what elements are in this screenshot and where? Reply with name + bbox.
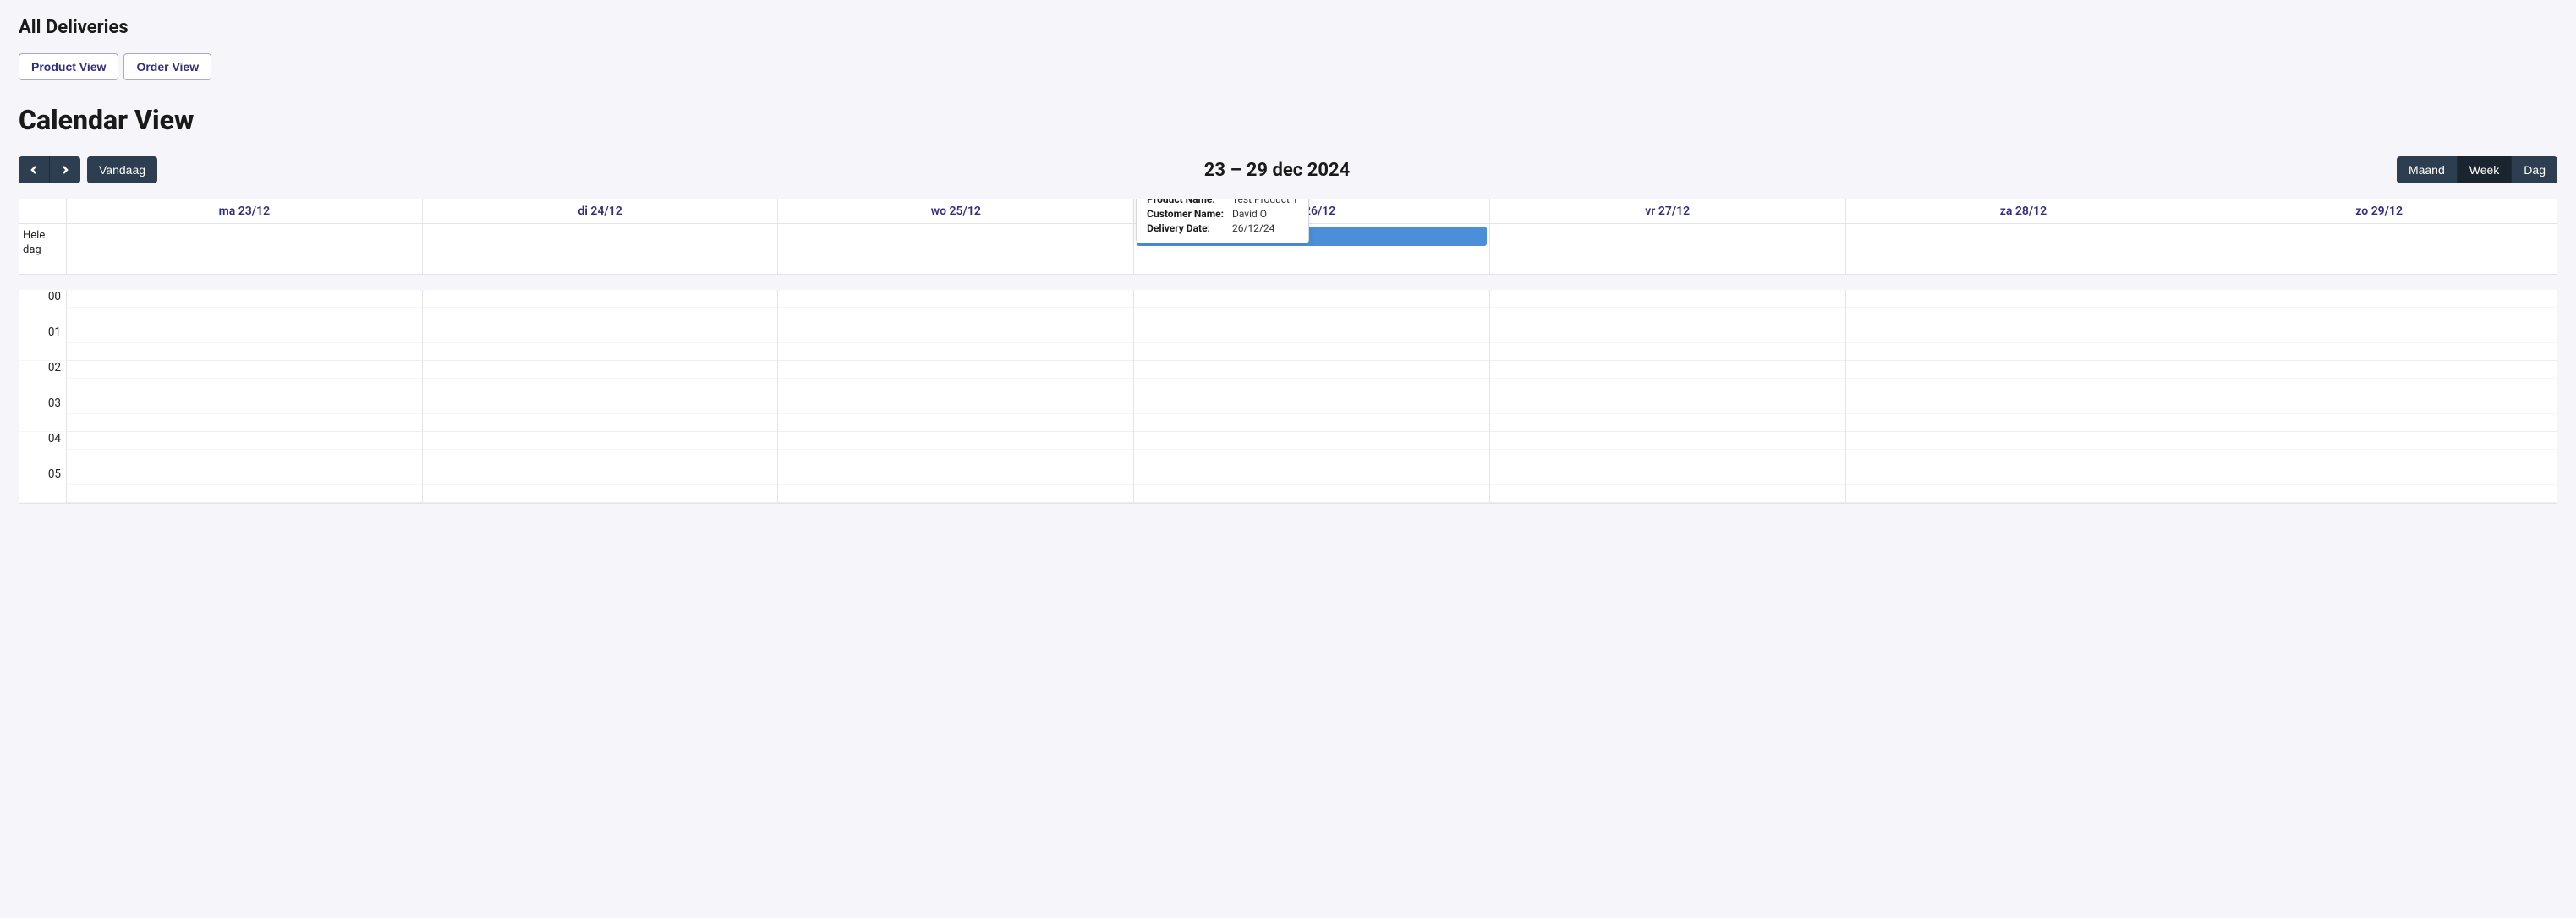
header-gutter (19, 199, 67, 223)
all-day-cell[interactable] (67, 224, 423, 274)
toolbar-left: Vandaag (19, 156, 157, 183)
all-day-cell[interactable]: ✕ Order: #253 Product Name: Test Product… (1134, 224, 1490, 274)
time-column[interactable] (423, 290, 779, 503)
next-button[interactable] (49, 156, 80, 183)
nav-button-group (19, 156, 80, 183)
all-day-cell[interactable] (1846, 224, 2202, 274)
prev-button[interactable] (19, 156, 49, 183)
section-title: Calendar View (19, 104, 2557, 136)
time-grid: 00 01 02 03 04 05 (19, 290, 2557, 503)
hour-label: 00 (19, 290, 66, 325)
day-view-button[interactable]: Dag (2511, 156, 2557, 183)
day-header[interactable]: wo 25/12 (778, 199, 1134, 223)
hour-label: 03 (19, 396, 66, 432)
day-headers: ma 23/12 di 24/12 wo 25/12 do 26/12 vr 2… (67, 199, 2557, 223)
popover-customer-label: Customer Name: (1147, 207, 1230, 220)
day-header[interactable]: za 28/12 (1846, 199, 2202, 223)
week-view-button[interactable]: Week (2457, 156, 2512, 183)
date-range-title: 23 – 29 dec 2024 (1204, 160, 1350, 181)
time-column[interactable] (67, 290, 423, 503)
day-header[interactable]: vr 27/12 (1490, 199, 1846, 223)
time-columns (67, 290, 2557, 503)
popover-delivery-label: Delivery Date: (1147, 221, 1230, 234)
month-view-button[interactable]: Maand (2397, 156, 2457, 183)
event-popover: ✕ Order: #253 Product Name: Test Product… (1136, 199, 1309, 243)
day-header[interactable]: ma 23/12 (67, 199, 423, 223)
view-switch-group: Product View Order View (19, 53, 2557, 80)
popover-product-value: Test Product 1 (1232, 199, 1298, 205)
order-view-button[interactable]: Order View (123, 53, 211, 80)
chevron-left-icon (29, 165, 39, 175)
time-column[interactable] (2201, 290, 2557, 503)
hour-label: 05 (19, 467, 66, 503)
time-column[interactable] (1846, 290, 2202, 503)
time-column[interactable] (1134, 290, 1490, 503)
hour-label: 01 (19, 325, 66, 361)
time-column[interactable] (778, 290, 1134, 503)
day-header[interactable]: di 24/12 (423, 199, 779, 223)
calendar: ma 23/12 di 24/12 wo 25/12 do 26/12 vr 2… (19, 199, 2557, 504)
day-header[interactable]: zo 29/12 (2201, 199, 2557, 223)
popover-delivery-value: 26/12/24 (1232, 221, 1298, 234)
time-gutter: 00 01 02 03 04 05 (19, 290, 67, 503)
today-button[interactable]: Vandaag (87, 156, 157, 183)
popover-product-label: Product Name: (1147, 199, 1230, 205)
all-day-row: Hele dag ✕ Order: #253 Product Name: Tes… (19, 224, 2557, 275)
popover-customer-value: David O (1232, 207, 1298, 220)
popover-table: Order: #253 Product Name: Test Product 1… (1145, 199, 1300, 236)
all-day-cell[interactable] (2201, 224, 2557, 274)
all-day-cell[interactable] (778, 224, 1134, 274)
all-day-label: Hele dag (19, 224, 67, 274)
all-day-cell[interactable] (423, 224, 779, 274)
calendar-toolbar: Vandaag 23 – 29 dec 2024 Maand Week Dag (19, 156, 2557, 183)
calendar-divider (19, 275, 2557, 290)
product-view-button[interactable]: Product View (19, 53, 118, 80)
view-mode-group: Maand Week Dag (2397, 156, 2557, 183)
all-day-cells: ✕ Order: #253 Product Name: Test Product… (67, 224, 2557, 274)
hour-label: 04 (19, 432, 66, 467)
page-title: All Deliveries (19, 17, 2557, 38)
all-day-cell[interactable] (1490, 224, 1846, 274)
chevron-right-icon (60, 165, 70, 175)
hour-label: 02 (19, 361, 66, 396)
time-column[interactable] (1490, 290, 1846, 503)
